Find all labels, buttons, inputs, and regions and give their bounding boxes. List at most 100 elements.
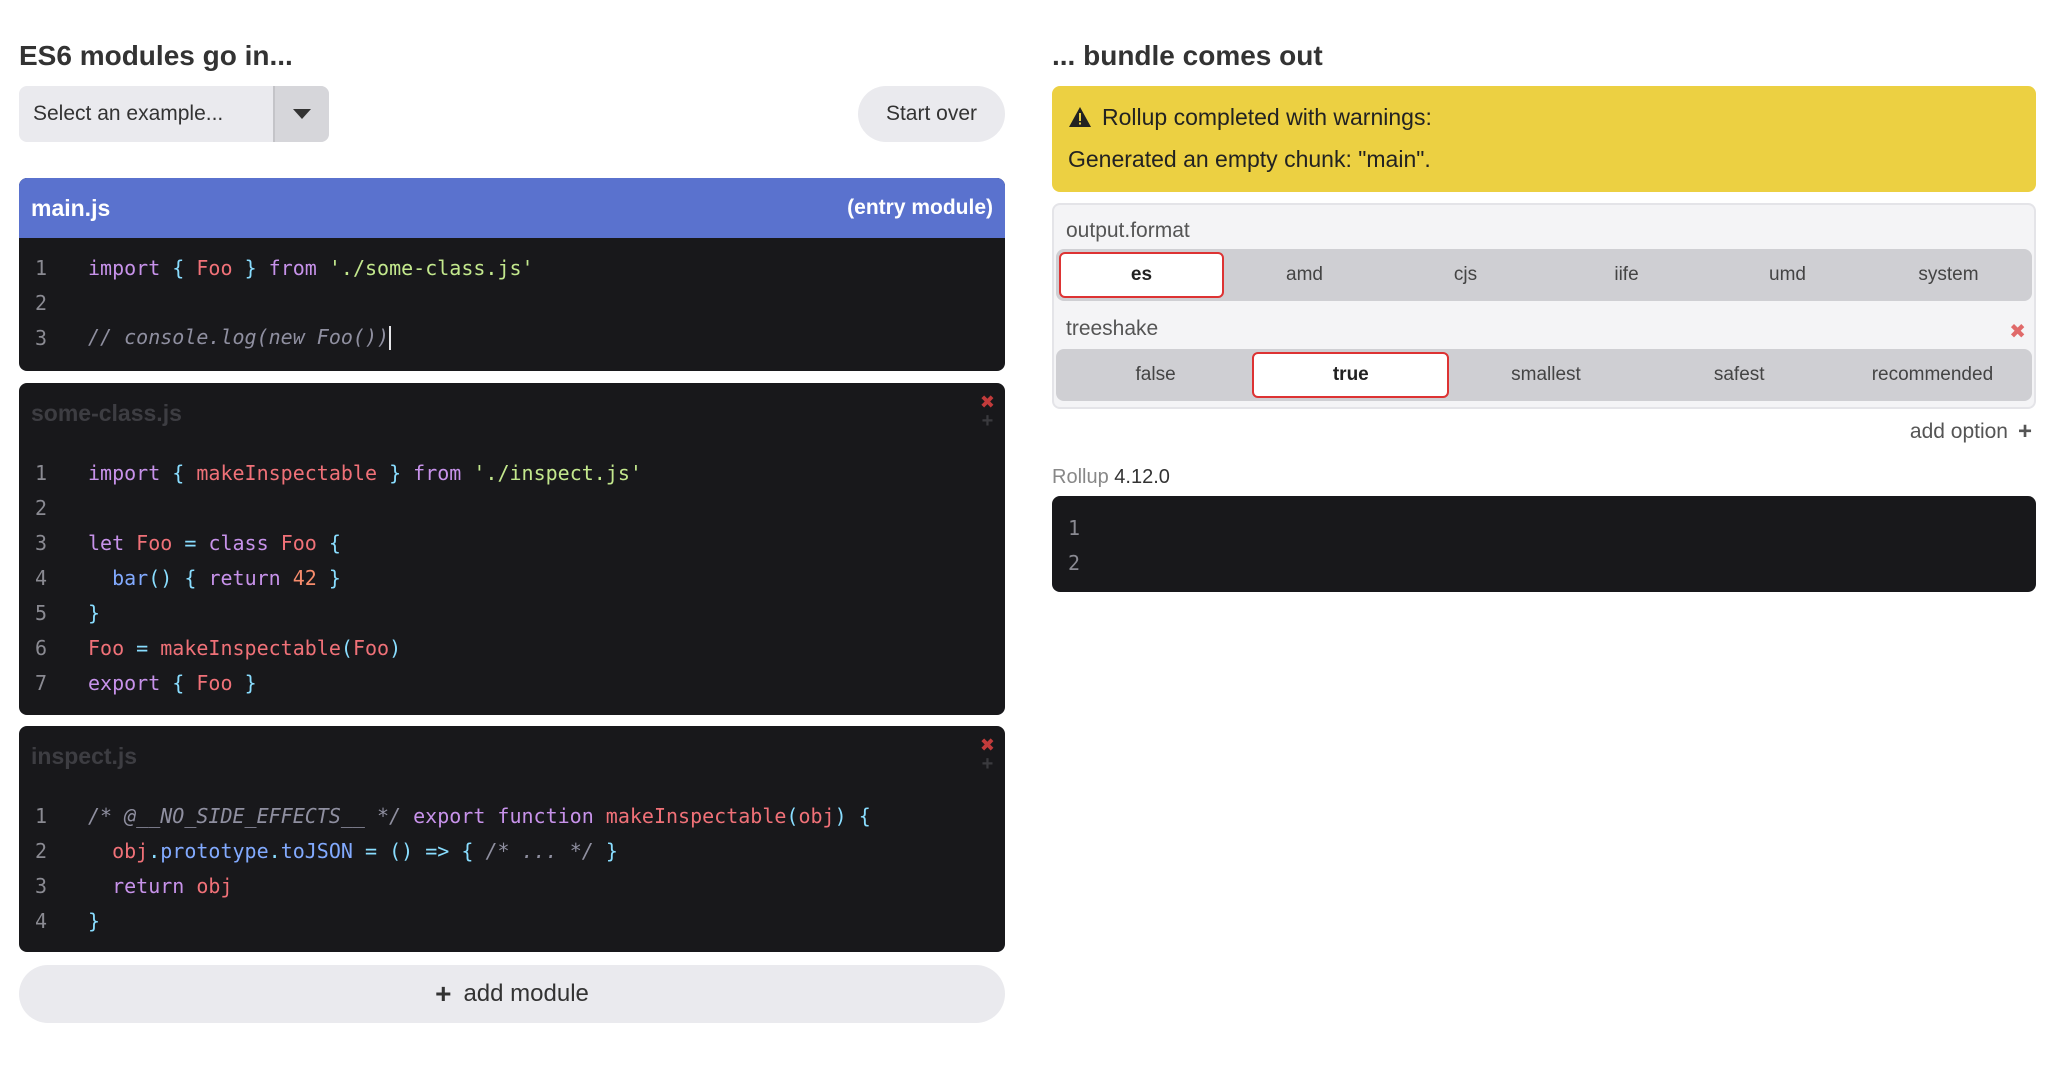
code-text: obj.prototype.toJSON = () => { /* ... */… — [112, 838, 618, 863]
treeshake-option[interactable]: true — [1252, 352, 1450, 398]
format-option[interactable]: amd — [1224, 252, 1385, 298]
treeshake-option[interactable]: safest — [1643, 352, 1836, 398]
add-option-label: add option — [1909, 420, 2008, 443]
code-text: // console.log(new Foo()) — [88, 324, 392, 351]
warning-message: Generated an empty chunk: "main". — [1068, 146, 1431, 172]
code-line: 2 obj.prototype.toJSON = () => { /* ... … — [19, 833, 1005, 868]
line-number: 3 — [35, 325, 48, 350]
options-panel: output.format es amd cjs iife umd system tree… — [1052, 203, 2036, 409]
code-line: 5} — [19, 595, 1005, 630]
format-option[interactable]: iife — [1546, 252, 1707, 298]
treeshake-option[interactable]: recommended — [1836, 352, 2029, 398]
remove-module-icon[interactable]: ✖ — [980, 736, 995, 754]
line-number: 6 — [35, 635, 48, 660]
line-number: 1 — [35, 255, 48, 280]
code-line: 1 import { Foo } from './some-class.js' — [19, 250, 1005, 285]
code-text: } — [88, 600, 101, 625]
line-number: 2 — [35, 838, 48, 863]
code-text: Foo = makeInspectable(Foo) — [88, 635, 402, 660]
remove-option-icon[interactable]: ✖ — [2009, 319, 2026, 344]
module-inspect: inspect.js ✖ + 1 /* @__NO_SIDE_EFFECTS__ … — [19, 726, 1005, 952]
line-number: 1 — [1068, 515, 1081, 540]
add-module-label: add module — [463, 980, 589, 1007]
line-number: 3 — [35, 530, 48, 555]
code-editor[interactable]: 1 import { makeInspectable } from './insp… — [19, 443, 1005, 706]
code-text: import { Foo } from './some-class.js' — [88, 255, 534, 280]
code-text: } — [88, 908, 101, 933]
line-number: 4 — [35, 908, 48, 933]
code-text: import { makeInspectable } from './inspe… — [88, 460, 642, 485]
format-option[interactable]: es — [1059, 252, 1224, 298]
code-editor[interactable]: 1 import { Foo } from './some-class.js' 2… — [19, 238, 1005, 361]
line-number: 1 — [35, 460, 48, 485]
warning-box: Rollup completed with warnings: Generate… — [1052, 86, 2036, 192]
module-main: main.js (entry module) 1 import { Foo } f… — [19, 178, 1005, 371]
warning-title: Rollup completed with warnings: — [1102, 103, 1432, 130]
example-select-toggle[interactable] — [273, 86, 329, 142]
line-number: 3 — [35, 873, 48, 898]
rollup-version: Rollup 4.12.0 — [1052, 466, 1170, 489]
format-option[interactable]: cjs — [1385, 252, 1546, 298]
example-select-label: Select an example... — [33, 102, 224, 125]
treeshake-label: treeshake — [1066, 317, 1159, 340]
input-heading: ES6 modules go in... — [19, 40, 293, 71]
code-line: 2 — [1052, 545, 2036, 580]
line-number: 2 — [1068, 550, 1081, 575]
plus-icon: + — [2017, 418, 2032, 445]
move-module-icon[interactable]: + — [982, 754, 994, 774]
code-text: let Foo = class Foo { — [88, 530, 341, 555]
code-text: bar() { return 42 } — [112, 565, 341, 590]
text-cursor — [389, 326, 392, 351]
output-format-options: es amd cjs iife umd system — [1056, 249, 2032, 301]
treeshake-option[interactable]: smallest — [1449, 352, 1642, 398]
code-line: 4 bar() { return 42 } — [19, 560, 1005, 595]
entry-module-tag: (entry module) — [847, 196, 993, 219]
code-line: 3 return obj — [19, 868, 1005, 903]
example-select[interactable]: Select an example... — [19, 86, 329, 142]
output-code[interactable]: 1 2 — [1052, 496, 2036, 592]
add-option-button[interactable]: add option + — [1910, 418, 2032, 446]
code-line: 2 — [19, 490, 1005, 525]
code-text: return obj — [112, 873, 233, 898]
output-format-label: output.format — [1066, 219, 1190, 242]
plus-icon: + — [435, 978, 452, 1009]
line-number: 1 — [35, 803, 48, 828]
code-line: 1 import { makeInspectable } from './insp… — [19, 455, 1005, 490]
code-line: 2 — [19, 285, 1005, 320]
chevron-down-icon — [293, 109, 311, 119]
line-number: 5 — [35, 600, 48, 625]
line-number: 4 — [35, 565, 48, 590]
module-header: main.js (entry module) — [19, 178, 1005, 238]
line-number: 2 — [35, 495, 48, 520]
add-module-button[interactable]: + add module — [19, 965, 1005, 1023]
start-over-button[interactable]: Start over — [858, 86, 1005, 142]
module-name[interactable]: some-class.js — [31, 400, 182, 427]
treeshake-option[interactable]: false — [1059, 352, 1252, 398]
code-line: 6 Foo = makeInspectable(Foo) — [19, 630, 1005, 665]
treeshake-options: false true smallest safest recommended — [1056, 349, 2032, 401]
code-line: 3 // console.log(new Foo()) — [19, 320, 1005, 355]
version-number: 4.12.0 — [1114, 466, 1170, 488]
code-line: 1 /* @__NO_SIDE_EFFECTS__ */ export funct… — [19, 798, 1005, 833]
code-text: /* @__NO_SIDE_EFFECTS__ */ export functi… — [88, 803, 871, 828]
format-option[interactable]: system — [1868, 252, 2029, 298]
warning-icon — [1068, 106, 1092, 128]
version-label: Rollup — [1052, 466, 1109, 488]
code-editor[interactable]: 1 /* @__NO_SIDE_EFFECTS__ */ export funct… — [19, 786, 1005, 944]
line-number: 7 — [35, 670, 48, 695]
code-line: 4} — [19, 903, 1005, 938]
module-header: inspect.js ✖ + — [19, 726, 1005, 786]
code-line: 1 — [1052, 510, 2036, 545]
remove-module-icon[interactable]: ✖ — [980, 393, 995, 411]
module-name[interactable]: inspect.js — [31, 743, 137, 770]
move-module-icon[interactable]: + — [982, 411, 994, 431]
code-line: 3 let Foo = class Foo { — [19, 525, 1005, 560]
module-header: some-class.js ✖ + — [19, 383, 1005, 443]
code-text: export { Foo } — [88, 670, 257, 695]
line-number: 2 — [35, 290, 48, 315]
module-name[interactable]: main.js — [31, 195, 110, 222]
module-some-class: some-class.js ✖ + 1 import { makeInspecta… — [19, 383, 1005, 715]
format-option[interactable]: umd — [1707, 252, 1868, 298]
code-line: 7 export { Foo } — [19, 665, 1005, 700]
output-heading: ... bundle comes out — [1052, 40, 1323, 71]
